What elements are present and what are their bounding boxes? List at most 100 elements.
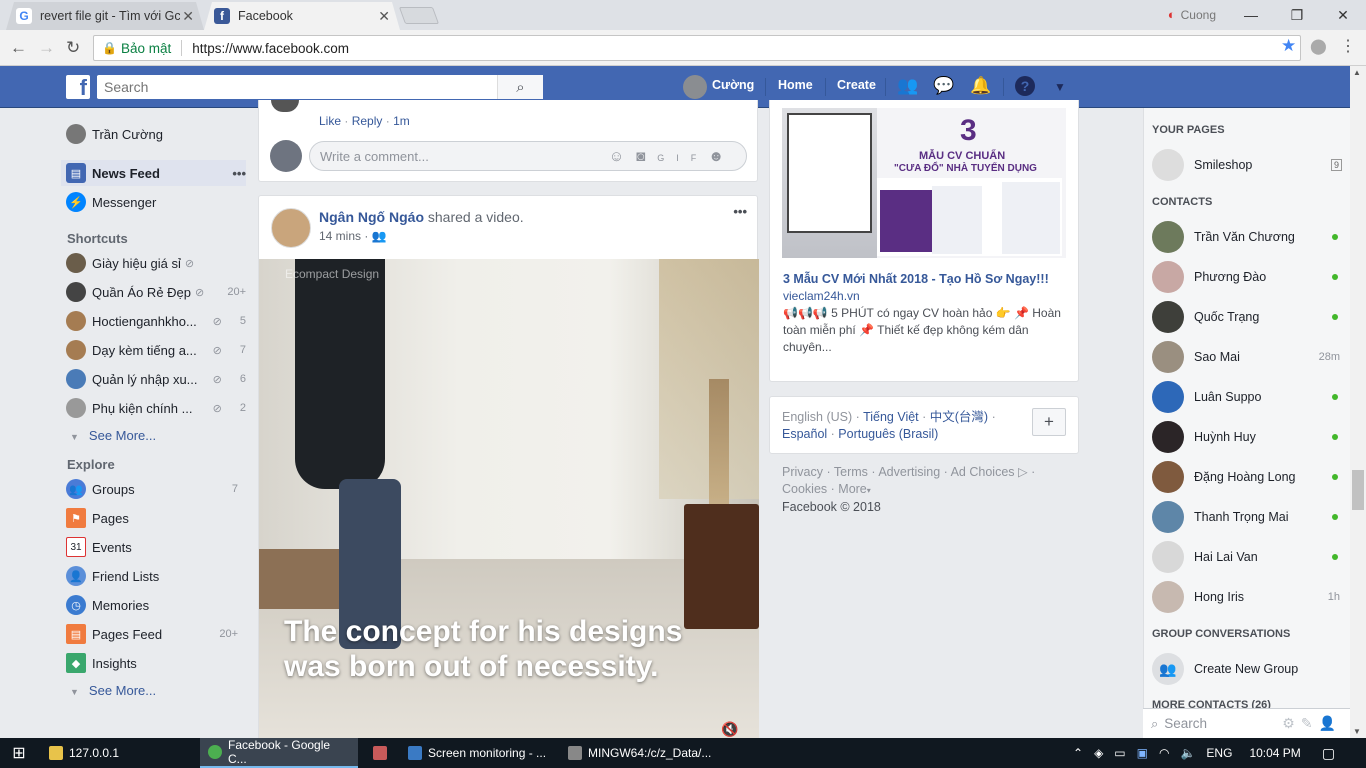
taskbar-item[interactable]: 127.0.0.1 [41, 738, 200, 768]
sidebar-item-messenger[interactable]: ⚡ Messenger [66, 189, 246, 215]
menu-icon[interactable]: ⋮ [1340, 36, 1356, 56]
omnibox[interactable]: 🔒 Bảo mật https://www.facebook.com [93, 35, 1301, 61]
sidebar-item-shortcut[interactable]: Giày hiệu giá sỉ ⊘ [66, 250, 246, 276]
avatar[interactable] [683, 75, 707, 99]
search-input[interactable] [97, 76, 497, 98]
profile-shortcut[interactable]: Trần Cường [66, 121, 246, 147]
contact-item[interactable]: Hong Iris 1h [1152, 579, 1342, 615]
reload-icon[interactable]: ↻ [66, 38, 80, 58]
scroll-up-icon[interactable]: ▲ [1353, 68, 1361, 77]
taskbar-item[interactable]: MINGW64:/c/z_Data/... [560, 738, 715, 768]
facebook-logo-icon[interactable]: f [66, 75, 90, 99]
home-link[interactable]: Home [778, 78, 813, 92]
volume-icon[interactable]: 🔈 [1180, 746, 1195, 760]
contact-item[interactable]: Quốc Trạng [1152, 299, 1342, 335]
reply-link[interactable]: Reply [352, 114, 383, 128]
post-options-icon[interactable]: ••• [733, 204, 747, 219]
footer-link[interactable]: Privacy [782, 465, 823, 479]
maximize-icon[interactable]: ❐ [1274, 7, 1320, 24]
contact-item[interactable]: Trần Văn Chương [1152, 219, 1342, 255]
footer-link[interactable]: Ad Choices [951, 465, 1015, 479]
create-group-button[interactable]: 👥 Create New Group [1152, 651, 1342, 687]
messenger-icon[interactable]: 💬 [933, 76, 954, 96]
emoji-icon[interactable]: ☺ [609, 148, 636, 165]
sticker-icon[interactable]: ☻ [708, 148, 736, 165]
sponsored-ad[interactable]: 3 MẪU CV CHUẨN "CƯA ĐỔ" NHÀ TUYỂN DỤNG 3… [769, 100, 1079, 382]
sidebar-item-news-feed[interactable]: ▤ News Feed ••• [61, 160, 246, 186]
back-icon[interactable]: ← [10, 38, 27, 58]
browser-tab[interactable]: G revert file git - Tìm với Gc ✕ [6, 2, 204, 30]
page-item[interactable]: Smileshop 9 [1152, 147, 1342, 183]
clock[interactable]: 10:04 PM [1249, 746, 1300, 760]
compose-icon[interactable]: ✎ [1301, 715, 1319, 731]
comment-input[interactable]: Write a comment... [320, 149, 429, 164]
sidebar-item-memories[interactable]: ◷ Memories [66, 592, 246, 618]
close-tab-icon[interactable]: ✕ [182, 8, 194, 25]
contact-item[interactable]: Sao Mai 28m [1152, 339, 1342, 375]
mute-icon[interactable]: 🔇 [721, 721, 738, 738]
ad-title[interactable]: 3 Mẫu CV Mới Nhất 2018 - Tạo Hồ Sơ Ngay!… [783, 272, 1049, 286]
browser-profile[interactable]: ◐ Cuong [1168, 7, 1216, 22]
sidebar-item-shortcut[interactable]: Hoctienganhkho... ⊘ 5 [66, 308, 246, 334]
scrollbar-thumb[interactable] [1352, 470, 1364, 510]
sidebar-item-shortcut[interactable]: Phụ kiện chính ... ⊘ 2 [66, 395, 246, 421]
comment-time[interactable]: 1m [393, 114, 410, 128]
like-link[interactable]: Like [319, 114, 341, 128]
help-icon[interactable]: ? [1015, 76, 1035, 96]
contact-item[interactable]: Phương Đào [1152, 259, 1342, 295]
close-window-icon[interactable]: ✕ [1320, 7, 1366, 24]
contact-item[interactable]: Hai Lai Van [1152, 539, 1342, 575]
sidebar-item-insights[interactable]: ◆ Insights [66, 650, 246, 676]
ad-domain[interactable]: vieclam24h.vn [783, 289, 860, 303]
contact-item[interactable]: Huỳnh Huy [1152, 419, 1342, 455]
contact-item[interactable]: Thanh Trọng Mai [1152, 499, 1342, 535]
chat-search-input[interactable]: Search [1164, 716, 1207, 731]
bookmark-star-icon[interactable]: ★ [1281, 36, 1296, 56]
chevron-up-icon[interactable]: ⌃ [1073, 746, 1083, 760]
scrollbar[interactable] [1350, 66, 1366, 738]
minimize-icon[interactable]: — [1228, 7, 1274, 23]
network-icon[interactable]: ◈ [1094, 746, 1103, 760]
sidebar-item-shortcut[interactable]: Quản lý nhập xu... ⊘ 6 [66, 366, 246, 392]
notifications-icon[interactable]: 🔔 [970, 76, 991, 96]
gif-icon[interactable]: GIF [657, 153, 708, 163]
battery-icon[interactable]: ▭ [1114, 746, 1125, 760]
sidebar-item-groups[interactable]: 👥 Groups 7 [66, 476, 246, 502]
add-language-button[interactable]: + [1032, 408, 1066, 436]
forward-icon[interactable]: → [38, 38, 55, 58]
sidebar-item-pages-feed[interactable]: ▤ Pages Feed 20+ [66, 621, 246, 647]
friend-requests-icon[interactable]: 👥 [897, 76, 918, 96]
language-link[interactable]: Tiếng Việt [863, 410, 919, 424]
search-icon[interactable]: ⌕ [497, 75, 543, 99]
contact-item[interactable]: Luân Suppo [1152, 379, 1342, 415]
sidebar-item-events[interactable]: 31 Events [66, 534, 246, 560]
new-tab-button[interactable] [398, 7, 440, 24]
comment-box[interactable]: Write a comment... ☺◙GIF☻ [309, 141, 747, 171]
contact-item[interactable]: Đặng Hoàng Long [1152, 459, 1342, 495]
see-more-explore-link[interactable]: ▼ See More... [70, 683, 156, 698]
footer-link[interactable]: Advertising [878, 465, 940, 479]
add-person-icon[interactable]: 👤 [1319, 715, 1342, 731]
scroll-down-icon[interactable]: ▼ [1353, 727, 1361, 736]
close-tab-icon[interactable]: ✕ [378, 8, 390, 25]
video-player[interactable]: Ecompact Design The concept for his desi… [259, 259, 759, 739]
sidebar-item-shortcut[interactable]: Dạy kèm tiếng a... ⊘ 7 [66, 337, 246, 363]
sidebar-item-shortcut[interactable]: Quần Áo Rẻ Đẹp ⊘ 20+ [66, 279, 246, 305]
footer-link[interactable]: Terms [834, 465, 868, 479]
post-author[interactable]: Ngân Ngố Ngáo [319, 209, 424, 225]
extension-icon[interactable]: ⬤ [1310, 37, 1327, 55]
create-link[interactable]: Create [837, 78, 876, 92]
post-time[interactable]: 14 mins [319, 229, 361, 243]
wifi-icon[interactable]: ◠ [1159, 746, 1169, 760]
account-menu-icon[interactable]: ▼ [1054, 80, 1066, 94]
language-link[interactable]: 中文(台灣) [930, 410, 988, 424]
profile-link[interactable]: Cường [712, 78, 754, 92]
avatar[interactable] [271, 208, 311, 248]
notifications-icon[interactable]: ▢ [1322, 745, 1335, 762]
tray-app-icon[interactable]: ▣ [1137, 746, 1148, 760]
language-link[interactable]: Español [782, 427, 827, 441]
avatar[interactable] [270, 140, 302, 172]
sidebar-item-pages[interactable]: ⚑ Pages [66, 505, 246, 531]
language-link[interactable]: Português (Brasil) [838, 427, 938, 441]
more-options-icon[interactable]: ••• [232, 166, 246, 181]
